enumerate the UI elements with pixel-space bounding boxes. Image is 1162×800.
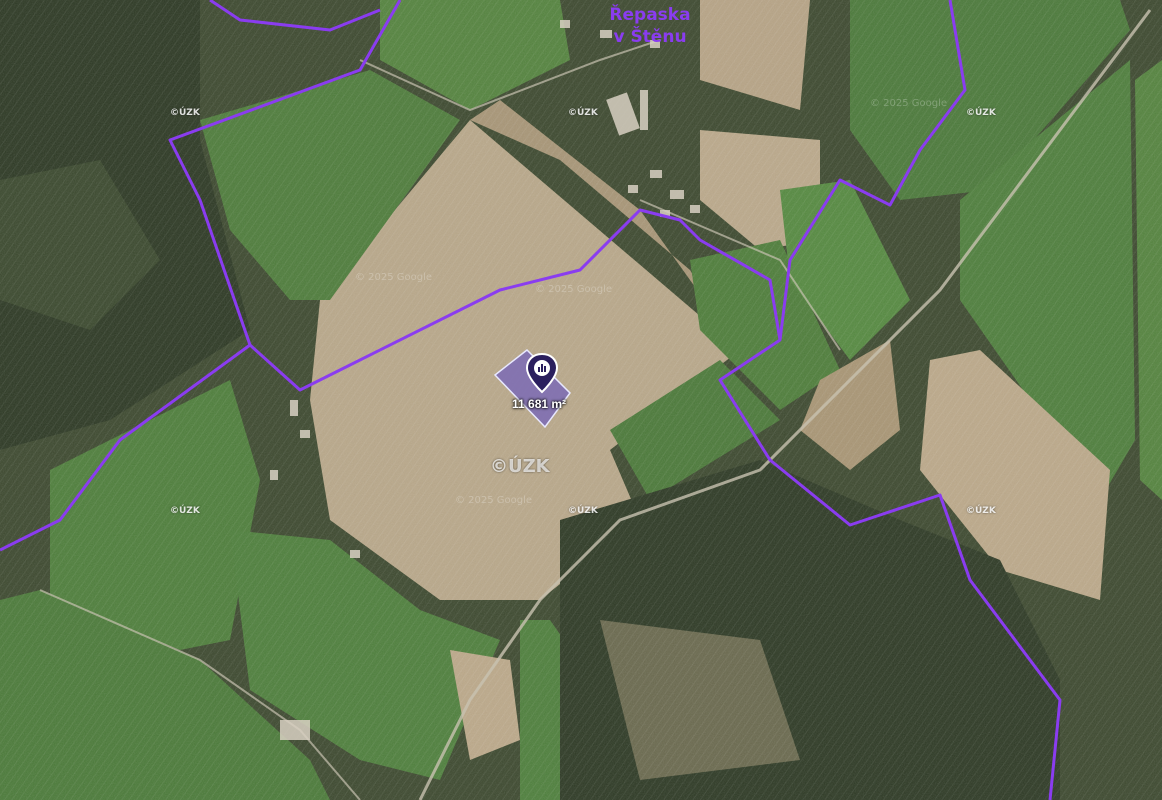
- cuzk-watermark: ©ÚZK: [966, 506, 996, 516]
- google-watermark: © 2025 Google: [870, 98, 948, 109]
- village-label-line-2: v Štěnu: [613, 27, 687, 47]
- cuzk-watermark: ©ÚZK: [568, 506, 598, 516]
- cuzk-watermark: ©ÚZK: [568, 108, 598, 118]
- map-pin-icon[interactable]: [524, 352, 560, 394]
- village-label: Řepaska v Štěnu: [600, 4, 700, 48]
- google-watermark: © 2025 Google: [455, 495, 533, 506]
- cuzk-watermark-large: ©ÚZK: [490, 456, 550, 477]
- parcel-area-label: 11 681 m²: [512, 397, 567, 411]
- google-watermark: © 2025 Google: [535, 284, 613, 295]
- cuzk-watermark: ©ÚZK: [170, 506, 200, 516]
- cuzk-watermark: ©ÚZK: [966, 108, 996, 118]
- google-watermark: © 2025 Google: [355, 272, 433, 283]
- satellite-map[interactable]: [0, 0, 1162, 800]
- village-label-line-1: Řepaska: [609, 5, 691, 25]
- cuzk-watermark: ©ÚZK: [170, 108, 200, 118]
